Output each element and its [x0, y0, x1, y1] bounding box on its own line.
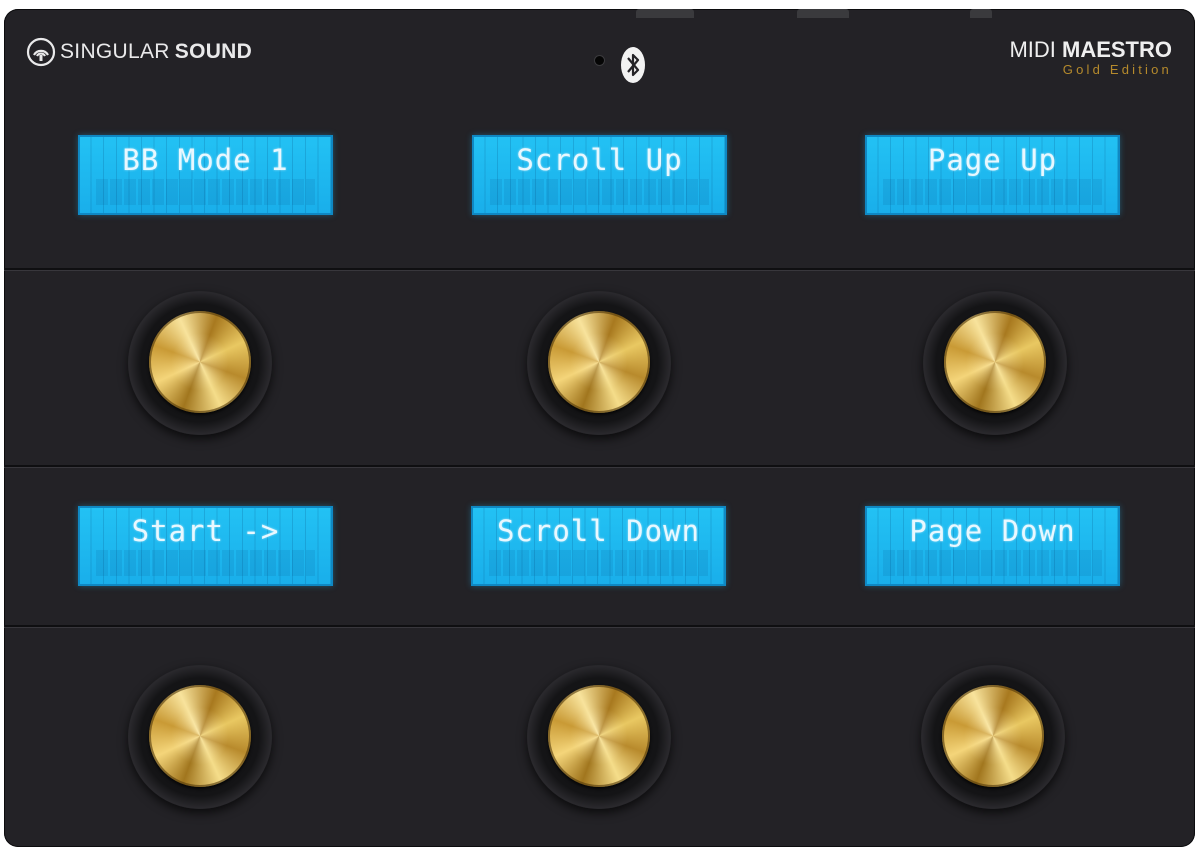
- usb-connector: [636, 9, 694, 18]
- footswitch-6[interactable]: [921, 665, 1065, 809]
- bluetooth-icon: [621, 47, 645, 83]
- footswitch-2[interactable]: [527, 291, 671, 435]
- status-led-icon: [595, 56, 604, 65]
- lcd-label: Page Up: [927, 143, 1058, 177]
- singular-sound-logo-icon: [26, 37, 56, 67]
- brand-name-part1: SINGULAR: [60, 40, 170, 63]
- plate-divider: [4, 465, 1195, 467]
- midi-maestro-pedal: SINGULAR SOUND MIDI MAESTRO Gold Edition…: [4, 9, 1195, 847]
- gold-switch-cap[interactable]: [942, 685, 1044, 787]
- footswitch-3[interactable]: [923, 291, 1067, 435]
- power-connector: [797, 9, 849, 18]
- footswitch-5[interactable]: [527, 665, 671, 809]
- lcd-empty-row: [883, 550, 1102, 576]
- lcd-empty-row: [96, 550, 315, 576]
- lcd-label: Scroll Down: [496, 514, 701, 548]
- lcd-label: Start ->: [131, 514, 280, 548]
- lcd-empty-row: [883, 179, 1102, 205]
- model-title: MIDI MAESTRO: [1009, 39, 1172, 61]
- brand-logo: SINGULAR SOUND: [26, 37, 252, 67]
- lcd-label: BB Mode 1: [122, 143, 289, 177]
- footswitch-1[interactable]: [128, 291, 272, 435]
- jack-connector: [970, 9, 992, 18]
- gold-switch-cap[interactable]: [944, 311, 1046, 413]
- lcd-screen-2: Scroll Up: [472, 135, 727, 215]
- lcd-label: Scroll Up: [516, 143, 683, 177]
- model-title-part1: MIDI: [1009, 37, 1062, 62]
- lcd-screen-5: Scroll Down: [471, 506, 726, 586]
- lcd-empty-row: [490, 179, 709, 205]
- footswitch-4[interactable]: [128, 665, 272, 809]
- lcd-screen-1: BB Mode 1: [78, 135, 333, 215]
- brand-name-part2: SOUND: [174, 40, 253, 63]
- lcd-screen-3: Page Up: [865, 135, 1120, 215]
- lcd-empty-row: [489, 550, 708, 576]
- model-edition: Gold Edition: [1062, 62, 1172, 77]
- gold-switch-cap[interactable]: [149, 685, 251, 787]
- lcd-label: Page Down: [909, 514, 1076, 548]
- model-name: MIDI MAESTRO Gold Edition: [1009, 39, 1172, 78]
- gold-switch-cap[interactable]: [548, 685, 650, 787]
- lcd-empty-row: [96, 179, 315, 205]
- plate-divider: [4, 268, 1195, 270]
- plate-divider: [4, 625, 1195, 627]
- lcd-screen-4: Start ->: [78, 506, 333, 586]
- gold-switch-cap[interactable]: [548, 311, 650, 413]
- model-title-part2: MAESTRO: [1062, 37, 1172, 62]
- gold-switch-cap[interactable]: [149, 311, 251, 413]
- lcd-screen-6: Page Down: [865, 506, 1120, 586]
